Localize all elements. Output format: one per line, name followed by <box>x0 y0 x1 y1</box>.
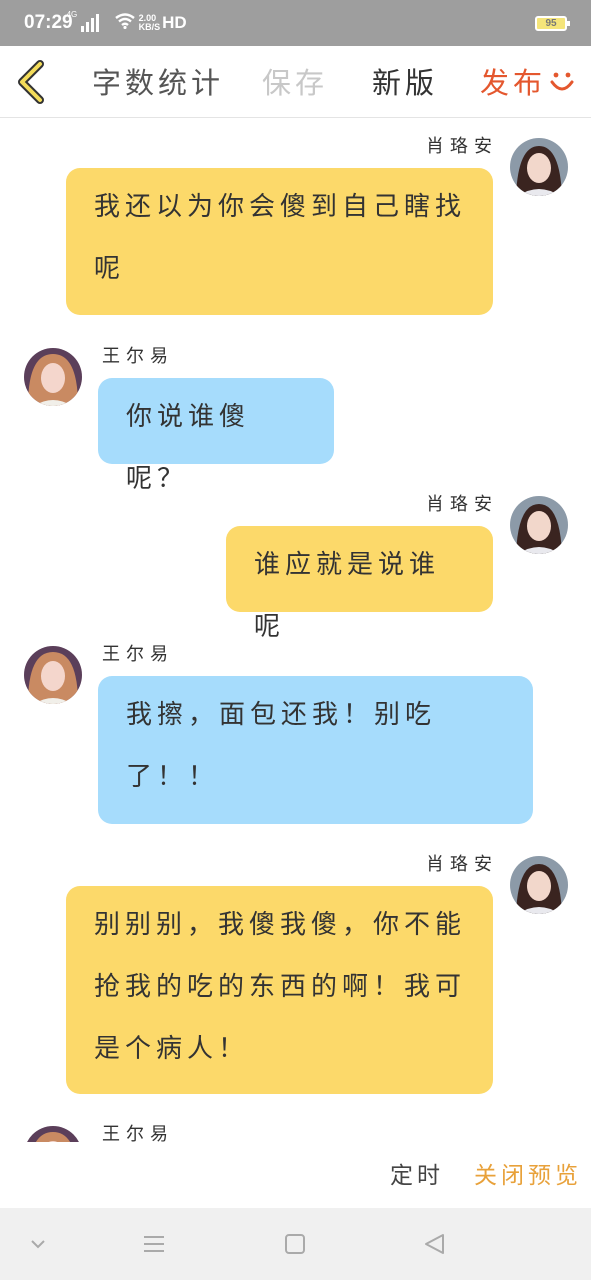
sender-name: 王尔易 <box>102 1124 174 1142</box>
message-bubble: 我擦，面包还我！别吃了！！ <box>98 676 533 824</box>
network-type: 4G <box>66 10 78 19</box>
home-square-icon[interactable] <box>281 1230 309 1258</box>
chevron-down-icon[interactable] <box>24 1230 52 1258</box>
avatar[interactable] <box>510 856 568 914</box>
message-bubble: 我还以为你会傻到自己瞎找呢 <box>66 168 493 315</box>
preview-footer: 定时 关闭预览 <box>0 1142 591 1208</box>
menu-icon[interactable] <box>140 1230 168 1258</box>
avatar[interactable] <box>24 1126 82 1142</box>
save-button[interactable]: 保存 <box>262 60 328 102</box>
close-preview-button[interactable]: 关闭预览 <box>474 1156 582 1190</box>
publish-button[interactable]: 发布 <box>480 60 546 102</box>
avatar[interactable] <box>24 348 82 406</box>
signal-icon: 4G <box>67 10 99 32</box>
battery-icon: 95 <box>535 15 570 31</box>
system-nav-bar <box>0 1208 591 1280</box>
avatar[interactable] <box>510 496 568 554</box>
clock: 07:29 <box>24 12 73 33</box>
chat-preview[interactable]: 肖珞安 我还以为你会傻到自己瞎找呢 王尔易 你说谁傻呢？ 肖珞安 谁应就是说谁呢… <box>0 118 591 1142</box>
message-bubble: 你说谁傻呢？ <box>98 378 334 494</box>
editor-toolbar: 字数统计 保存 新版 发布 <box>0 46 591 118</box>
sender-name: 王尔易 <box>102 346 174 367</box>
sender-name: 肖珞安 <box>426 494 498 515</box>
sender-name: 肖珞安 <box>426 136 498 157</box>
sender-name: 肖珞安 <box>426 854 498 875</box>
network-speed: 2.00 KB/S <box>138 13 161 32</box>
avatar[interactable] <box>24 646 82 704</box>
word-count-button[interactable]: 字数统计 <box>92 60 224 102</box>
sender-name: 王尔易 <box>102 644 174 665</box>
timer-button[interactable]: 定时 <box>390 1156 444 1190</box>
hd-indicator: HD <box>162 13 187 32</box>
status-bar: 07:29 4G 2.00 KB/S HD 95 <box>0 0 591 46</box>
message-bubble: 谁应就是说谁呢 <box>226 526 493 642</box>
chevron-left-icon[interactable] <box>14 60 48 104</box>
smile-icon[interactable] <box>548 68 576 96</box>
avatar[interactable] <box>510 138 568 196</box>
back-triangle-icon[interactable] <box>421 1230 449 1258</box>
new-version-button[interactable]: 新版 <box>372 60 438 102</box>
wifi-icon <box>114 12 135 34</box>
message-bubble: 别别别，我傻我傻，你不能抢我的吃的东西的啊！我可是个病人！ <box>66 886 493 1094</box>
